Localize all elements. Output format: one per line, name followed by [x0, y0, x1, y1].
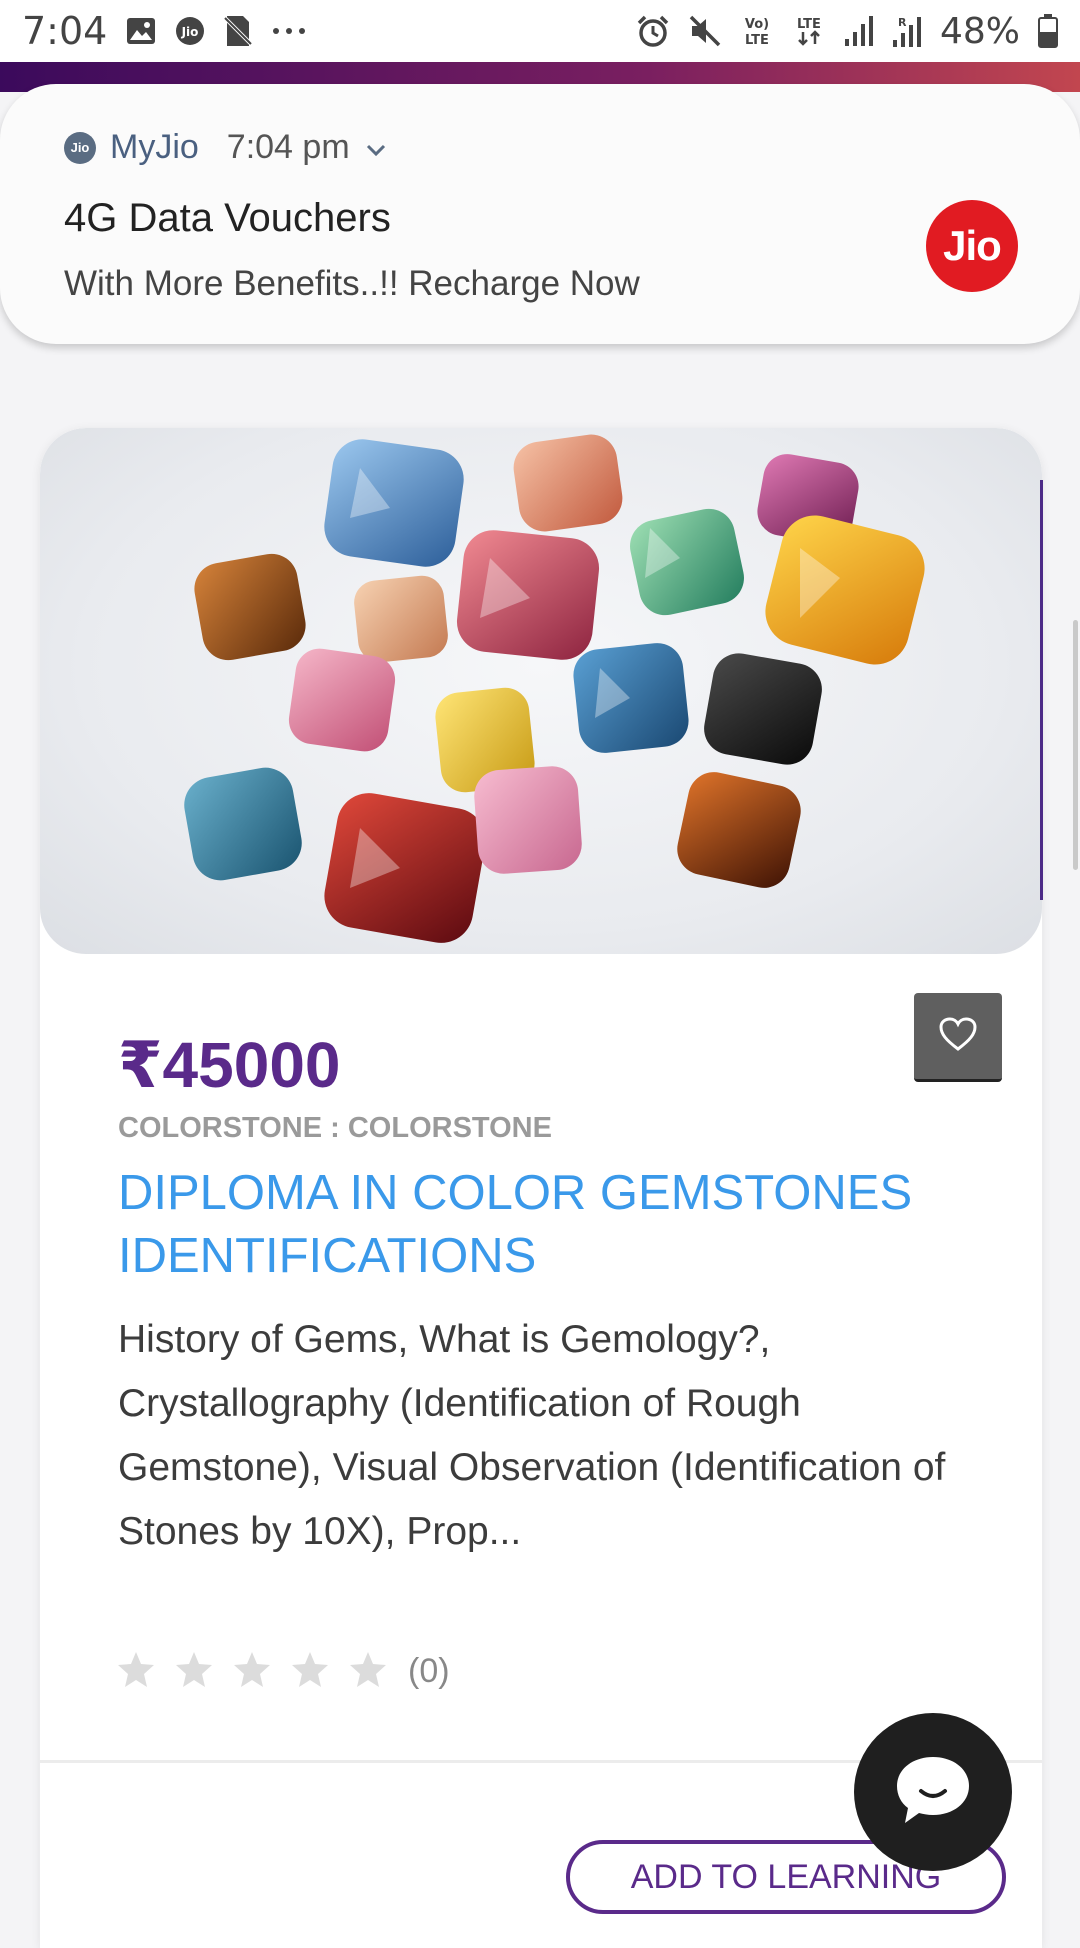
no-sim-icon: [223, 14, 253, 48]
chat-button[interactable]: [854, 1713, 1012, 1871]
rating-count: (0): [408, 1652, 450, 1690]
battery-icon: [1038, 14, 1058, 48]
status-bar-right: Vo) LTE LTE R 48%: [636, 11, 1058, 52]
wishlist-button[interactable]: [914, 993, 1002, 1082]
status-bar-left: 7:04 Jio: [22, 9, 307, 53]
myjio-app-icon: Jio: [64, 131, 96, 164]
jio-icon: Jio: [175, 16, 205, 46]
star-icon: [116, 1650, 156, 1693]
star-icon: [290, 1650, 330, 1693]
notification-time: 7:04 pm: [226, 128, 350, 166]
volte-icon: Vo) LTE: [740, 14, 774, 48]
status-bar: 7:04 Jio Vo) LTE LTE R 48%: [0, 0, 1080, 62]
notification-card[interactable]: Jio MyJio 7:04 pm 4G Data Vouchers With …: [0, 84, 1080, 344]
gallery-icon: [125, 16, 157, 46]
rating: (0): [116, 1650, 450, 1693]
lte-data-icon: LTE: [792, 14, 826, 48]
alarm-icon: [636, 14, 670, 48]
card-edge-accent: [1040, 480, 1043, 900]
scrollbar-thumb[interactable]: [1073, 620, 1078, 870]
chat-bubble-icon: [893, 1753, 973, 1832]
signal-roaming-icon: R: [892, 14, 922, 48]
svg-text:Jio: Jio: [181, 25, 199, 39]
more-dots-icon: [271, 26, 307, 36]
course-description: History of Gems, What is Gemology?, Crys…: [118, 1318, 946, 1553]
notification-header: Jio MyJio 7:04 pm: [64, 128, 388, 167]
jio-logo: Jio: [926, 200, 1018, 292]
course-card[interactable]: ₹45000 COLORSTONE : COLORSTONE DIPLOMA I…: [40, 428, 1042, 1948]
svg-text:LTE: LTE: [745, 33, 769, 48]
svg-text:Vo): Vo): [745, 17, 769, 32]
notification-body: With More Benefits..!! Recharge Now: [64, 264, 640, 303]
star-icon: [348, 1650, 388, 1693]
star-icon: [232, 1650, 272, 1693]
signal-icon: [844, 15, 874, 47]
gemstones-illustration: [184, 434, 925, 943]
course-image[interactable]: [40, 428, 1042, 954]
notification-app-name: MyJio: [110, 128, 199, 166]
svg-text:LTE: LTE: [797, 17, 821, 32]
course-category: COLORSTONE : COLORSTONE: [118, 1112, 552, 1144]
status-time: 7:04: [22, 9, 108, 53]
chevron-down-icon[interactable]: [364, 128, 388, 167]
battery-percent: 48%: [939, 10, 1020, 52]
course-title[interactable]: DIPLOMA IN COLOR GEMSTONES IDENTIFICATIO…: [118, 1162, 978, 1288]
star-icon: [174, 1650, 214, 1693]
heart-icon: [938, 1016, 978, 1057]
svg-text:R: R: [898, 16, 907, 29]
mute-icon: [688, 14, 722, 48]
course-price: ₹45000: [118, 1029, 341, 1101]
notification-title: 4G Data Vouchers: [64, 196, 391, 240]
